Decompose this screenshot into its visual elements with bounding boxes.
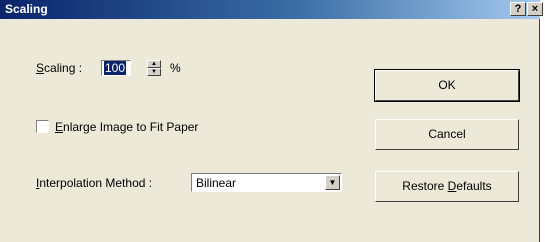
restore-defaults-button[interactable]: Restore Defaults (375, 171, 519, 202)
interpolation-select[interactable]: Bilinear ▼ (191, 173, 342, 192)
help-icon: ? (514, 3, 522, 15)
scaling-unit: % (170, 61, 181, 75)
scaling-input[interactable]: 100 (101, 60, 131, 76)
close-button[interactable]: × (527, 2, 543, 16)
interpolation-selected: Bilinear (196, 176, 237, 190)
dropdown-button[interactable]: ▼ (325, 175, 340, 190)
chevron-up-icon: ▲ (151, 61, 157, 67)
decrement-button[interactable]: ▼ (147, 68, 161, 76)
scaling-stepper[interactable]: ▲ ▼ (147, 60, 161, 76)
interpolation-label: Interpolation Method : (36, 176, 153, 190)
scaling-label: Scaling : (36, 61, 83, 75)
enlarge-checkbox[interactable] (36, 120, 49, 133)
cancel-button[interactable]: Cancel (375, 119, 519, 150)
increment-button[interactable]: ▲ (147, 60, 161, 68)
title-bar[interactable]: Scaling ? × (0, 0, 543, 19)
close-icon: × (531, 3, 539, 15)
dialog-title: Scaling (5, 2, 48, 16)
chevron-down-icon: ▼ (328, 178, 337, 187)
scaling-dialog: Scaling ? × Scaling : 100 ▲ ▼ % Enlarge … (0, 0, 543, 242)
ok-button[interactable]: OK (374, 69, 520, 102)
enlarge-label[interactable]: Enlarge Image to Fit Paper (55, 120, 198, 134)
scaling-value: 100 (104, 61, 127, 75)
help-button[interactable]: ? (510, 2, 526, 16)
chevron-down-icon: ▼ (151, 69, 157, 75)
